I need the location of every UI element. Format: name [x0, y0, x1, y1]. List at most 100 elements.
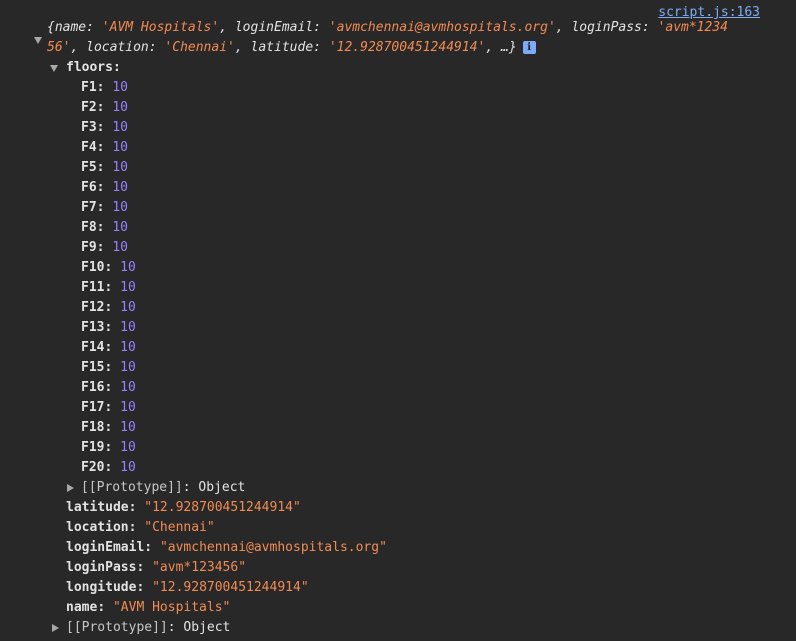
floor-value: 10: [120, 280, 136, 295]
object-summary-line-2[interactable]: 56', location: 'Chennai', latitude: '12.…: [47, 38, 536, 58]
property-row[interactable]: longitude: "12.928700451244914": [66, 578, 309, 598]
property-key: name: [66, 600, 98, 615]
property-key: loginPass: [66, 560, 137, 575]
floor-value: 10: [120, 260, 136, 275]
floor-value: 10: [112, 180, 128, 195]
floor-value: 10: [120, 340, 136, 355]
floor-value: 10: [112, 200, 128, 215]
info-icon[interactable]: i: [522, 41, 536, 54]
collapsed-triangle-icon[interactable]: [52, 624, 59, 632]
expand-triangle-icon[interactable]: [34, 37, 42, 44]
expand-triangle-icon[interactable]: [50, 65, 58, 72]
summary-key: loginPass: [571, 20, 642, 35]
floor-value: 10: [120, 380, 136, 395]
floor-row[interactable]: F15: 10: [81, 358, 136, 378]
floors-property[interactable]: floors:: [66, 58, 121, 78]
floor-row[interactable]: F1: 10: [81, 78, 128, 98]
property-key: longitude: [66, 580, 137, 595]
property-row[interactable]: loginPass: "avm*123456": [66, 558, 246, 578]
floor-key: F9: [81, 240, 97, 255]
floor-row[interactable]: F14: 10: [81, 338, 136, 358]
property-key: floors: [66, 60, 113, 75]
floor-row[interactable]: F6: 10: [81, 178, 128, 198]
floor-value: 10: [120, 360, 136, 375]
property-key: loginEmail: [66, 540, 145, 555]
floor-key: F2: [81, 100, 97, 115]
floor-row[interactable]: F11: 10: [81, 278, 136, 298]
collapsed-triangle-icon[interactable]: [67, 484, 74, 492]
property-value: "AVM Hospitals": [112, 600, 231, 615]
property-value: "12.928700451244914": [152, 580, 309, 595]
property-row[interactable]: name: "AVM Hospitals": [66, 598, 230, 618]
prototype-value: Object: [198, 480, 246, 495]
floor-value: 10: [120, 420, 136, 435]
floor-row[interactable]: F18: 10: [81, 418, 136, 438]
root-prototype[interactable]: [[Prototype]]: Object: [66, 618, 230, 638]
floor-row[interactable]: F10: 10: [81, 258, 136, 278]
floor-row[interactable]: F4: 10: [81, 138, 128, 158]
floor-key: F12: [81, 300, 105, 315]
floor-key: F11: [81, 280, 105, 295]
floor-value: 10: [120, 300, 136, 315]
floor-value: 10: [112, 140, 128, 155]
floor-row[interactable]: F13: 10: [81, 318, 136, 338]
floors-prototype[interactable]: [[Prototype]]: Object: [81, 478, 245, 498]
floor-row[interactable]: F5: 10: [81, 158, 128, 178]
floor-row[interactable]: F8: 10: [81, 218, 128, 238]
summary-value: 56': [47, 40, 71, 55]
floor-row[interactable]: F7: 10: [81, 198, 128, 218]
floor-key: F16: [81, 380, 105, 395]
floor-value: 10: [120, 320, 136, 335]
floor-value: 10: [112, 120, 128, 135]
property-key: latitude: [66, 500, 129, 515]
floor-key: F15: [81, 360, 105, 375]
floor-row[interactable]: F9: 10: [81, 238, 128, 258]
prototype-key: [[Prototype]]: [81, 480, 183, 495]
summary-value: '12.928700451244914': [328, 40, 486, 55]
floor-value: 10: [120, 400, 136, 415]
floor-key: F13: [81, 320, 105, 335]
floor-key: F10: [81, 260, 105, 275]
summary-key: location: [86, 40, 149, 55]
floor-value: 10: [112, 220, 128, 235]
open-brace: {: [47, 20, 55, 35]
floor-key: F5: [81, 160, 97, 175]
summary-value: 'Chennai': [164, 40, 235, 55]
floor-key: F4: [81, 140, 97, 155]
floor-row[interactable]: F20: 10: [81, 458, 136, 478]
property-row[interactable]: loginEmail: "avmchennai@avmhospitals.org…: [66, 538, 387, 558]
floor-value: 10: [112, 160, 128, 175]
floor-value: 10: [120, 440, 136, 455]
floor-row[interactable]: F2: 10: [81, 98, 128, 118]
floor-key: F8: [81, 220, 97, 235]
property-row[interactable]: location: "Chennai": [66, 518, 215, 538]
prototype-value: Object: [183, 620, 231, 635]
summary-key: latitude: [250, 40, 314, 55]
floor-row[interactable]: F16: 10: [81, 378, 136, 398]
floor-row[interactable]: F12: 10: [81, 298, 136, 318]
floor-row[interactable]: F17: 10: [81, 398, 136, 418]
floor-key: F20: [81, 460, 105, 475]
property-value: "avm*123456": [152, 560, 247, 575]
property-row[interactable]: latitude: "12.928700451244914": [66, 498, 301, 518]
floor-value: 10: [112, 100, 128, 115]
floor-key: F3: [81, 120, 97, 135]
floor-value: 10: [112, 80, 128, 95]
floor-key: F17: [81, 400, 105, 415]
floor-key: F6: [81, 180, 97, 195]
floor-key: F7: [81, 200, 97, 215]
property-key: location: [66, 520, 129, 535]
summary-value: 'avmchennai@avmhospitals.org': [328, 20, 556, 35]
floor-row[interactable]: F3: 10: [81, 118, 128, 138]
floor-row[interactable]: F19: 10: [81, 438, 136, 458]
floor-value: 10: [120, 460, 136, 475]
property-value: "Chennai": [144, 520, 215, 535]
floor-key: F18: [81, 420, 105, 435]
object-summary-line-1[interactable]: {name: 'AVM Hospitals', loginEmail: 'avm…: [47, 18, 728, 38]
floor-value: 10: [112, 240, 128, 255]
prototype-key: [[Prototype]]: [66, 620, 168, 635]
summary-value: 'AVM Hospitals': [101, 20, 220, 35]
floor-key: F1: [81, 80, 97, 95]
summary-tail: , …}: [485, 40, 517, 55]
property-value: "12.928700451244914": [144, 500, 301, 515]
